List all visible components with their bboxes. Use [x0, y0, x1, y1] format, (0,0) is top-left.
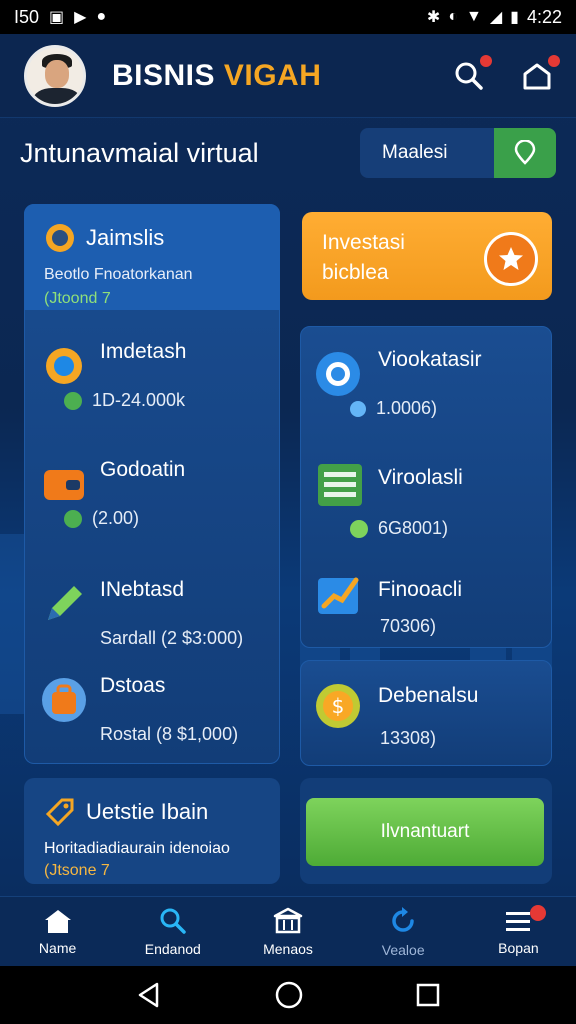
bottom-left-card[interactable]: Uetstie Ibain Horitadiadiaurain idenoiao… [24, 778, 280, 884]
status-dot-icon [350, 519, 368, 538]
status-dot-icon [64, 391, 82, 410]
list-item-value: 13308) [380, 728, 437, 748]
spreadsheet-icon [318, 464, 362, 506]
brand-logo: BISNIS VIGAH [112, 59, 321, 93]
list-item[interactable]: Dstoas Rostal (8 $1,000) [40, 674, 276, 764]
recents-icon[interactable] [415, 982, 441, 1008]
menu-icon [506, 911, 531, 931]
left-featured-subtitle: Beotlo Fnoatorkanan [44, 266, 193, 283]
status-time: 4:22 [526, 6, 562, 27]
list-item[interactable]: Godoatin (2.00) [40, 458, 276, 548]
search-icon [455, 62, 483, 90]
list-item-value: Rostal (8 $1,000) [100, 724, 239, 744]
chat-icon: ● [96, 8, 107, 25]
system-nav-bar [0, 966, 576, 1024]
list-item-value: (2.00) [92, 508, 140, 528]
nav-label: Menaos [263, 940, 313, 957]
signal-icon: ◢ [489, 9, 503, 26]
battery-icon: ▮ [510, 9, 519, 26]
nav-label: Name [38, 939, 77, 956]
action-button[interactable]: Maalesi [360, 128, 556, 178]
list-item-title: Debenalsu [378, 684, 479, 707]
brand-part-2: VIGAH [223, 58, 322, 92]
nav-label: Bopan [498, 939, 539, 956]
app-screen: BISNIS VIGAH Jntunavmaial virtual Maales… [0, 34, 576, 966]
wifi-icon: ▼ [465, 8, 482, 25]
nav-item-search[interactable]: Endanod [115, 897, 230, 966]
notification-dot [530, 905, 547, 921]
list-item[interactable]: INebtasd Sardall (2 $3:000) [40, 578, 276, 668]
list-item[interactable]: Imdetash 1D-24.000k [40, 340, 276, 430]
alarm-icon: ◐ [448, 8, 458, 25]
pen-icon [48, 586, 82, 620]
notification-icon: ▣ [49, 9, 65, 26]
notification-dot [548, 54, 560, 67]
avatar[interactable] [24, 44, 86, 107]
svg-text:$: $ [332, 694, 345, 718]
bottom-left-subtitle: Horitadiadiaurain idenoiao [44, 840, 230, 857]
search-button[interactable] [454, 54, 492, 91]
primary-button[interactable]: Ilvnantuart [306, 798, 544, 866]
gear-dollar-icon [316, 352, 360, 396]
nav-label: Endanod [144, 940, 201, 957]
nav-item-menu[interactable]: Bopan [461, 897, 576, 966]
list-item-title: Viroolasli [378, 466, 463, 489]
nav-item-home[interactable]: Name [0, 897, 115, 966]
status-left-text: I50 [14, 6, 40, 27]
media-icon: ▶ [74, 9, 87, 26]
home-circle-icon[interactable] [274, 980, 304, 1010]
refresh-icon [392, 906, 414, 932]
bag-icon [42, 678, 86, 722]
list-item-value: Sardall (2 $3:000) [100, 628, 244, 648]
list-item-title: Finooacli [378, 578, 463, 601]
brand-part-1: BISNIS [112, 58, 216, 92]
nav-item-refresh[interactable]: Vealoe [346, 897, 461, 966]
location-icon [494, 128, 556, 178]
bottom-left-title: Uetstie Ibain [86, 799, 209, 824]
list-item-title: Viookatasir [378, 348, 482, 371]
list-item-value: 6G8001) [378, 518, 449, 538]
home-icon [44, 909, 71, 933]
star-icon [484, 232, 538, 286]
list-item-title: Imdetash [100, 340, 187, 363]
back-icon[interactable] [135, 981, 163, 1009]
list-item-value: 1D-24.000k [92, 390, 186, 410]
home-outline-icon [523, 63, 551, 89]
status-dot-icon [350, 400, 366, 417]
piggy-bank-icon [46, 224, 74, 252]
action-button-label: Maalesi [360, 128, 494, 178]
bank-icon [273, 907, 303, 933]
bluetooth-icon: ✱ [426, 9, 441, 26]
list-item-title: INebtasd [100, 578, 185, 601]
left-featured-card[interactable]: Jaimslis Beotlo Fnoatorkanan (Jtoond 7 [24, 204, 280, 310]
home-button[interactable] [522, 54, 560, 91]
title-bar: Jntunavmaial virtual Maalesi [0, 118, 576, 188]
chart-growth-icon [318, 577, 359, 614]
search-icon [160, 908, 186, 934]
invest-card[interactable]: Investasi bicblea [302, 212, 552, 300]
list-item-title: Dstoas [100, 674, 166, 697]
tag-icon [45, 798, 74, 827]
wallet-icon [44, 470, 84, 500]
bottom-nav: Name Endanod Menaos Vealoe Bopan [0, 896, 576, 966]
app-header: BISNIS VIGAH [0, 34, 576, 118]
list-item-value: 70306) [380, 616, 437, 636]
status-bar: I50 ▣ ▶ ● ✱ ◐ ▼ ◢ ▮ 4:22 [0, 0, 576, 34]
notification-dot [480, 54, 492, 67]
nav-item-bank[interactable]: Menaos [230, 897, 345, 966]
gear-icon [46, 348, 82, 384]
status-dot-icon [64, 509, 82, 528]
page-title: Jntunavmaial virtual [20, 137, 259, 168]
list-item-title: Godoatin [100, 458, 186, 481]
left-featured-title: Jaimslis [86, 225, 165, 250]
left-featured-tag: (Jtoond 7 [44, 290, 111, 307]
list-item-value: 1.0006) [376, 398, 438, 418]
coin-icon: $ [316, 684, 360, 728]
nav-label: Vealoe [381, 941, 425, 958]
bottom-left-tag: (Jtsone 7 [44, 862, 110, 879]
